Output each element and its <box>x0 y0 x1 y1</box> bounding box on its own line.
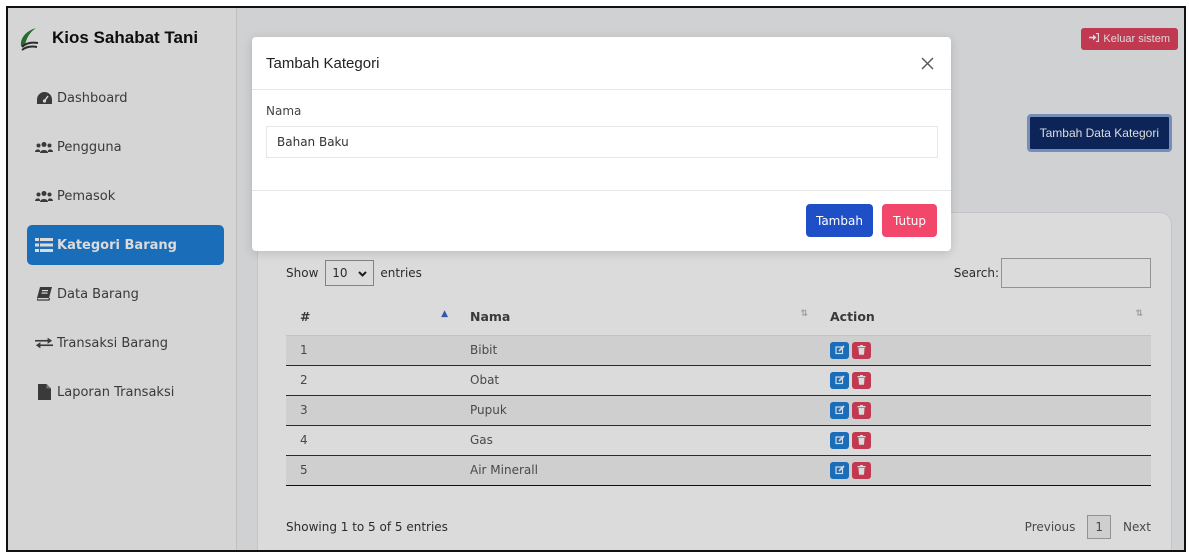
close-icon <box>921 57 933 69</box>
nama-input[interactable] <box>266 126 938 158</box>
tambah-button[interactable]: Tambah <box>805 204 873 237</box>
modal-footer: Tambah Tutup <box>252 191 951 237</box>
app-window: Kios Sahabat Tani Dashboard Pengguna Pem… <box>6 6 1186 552</box>
tutup-button[interactable]: Tutup <box>881 204 937 237</box>
modal-body: Nama <box>252 90 951 191</box>
add-category-modal: Tambah Kategori Nama Tambah Tutup <box>252 37 951 251</box>
modal-title: Tambah Kategori <box>266 54 380 72</box>
modal-header: Tambah Kategori <box>252 37 951 90</box>
close-button[interactable] <box>917 53 937 73</box>
nama-field-label: Nama <box>266 104 302 118</box>
